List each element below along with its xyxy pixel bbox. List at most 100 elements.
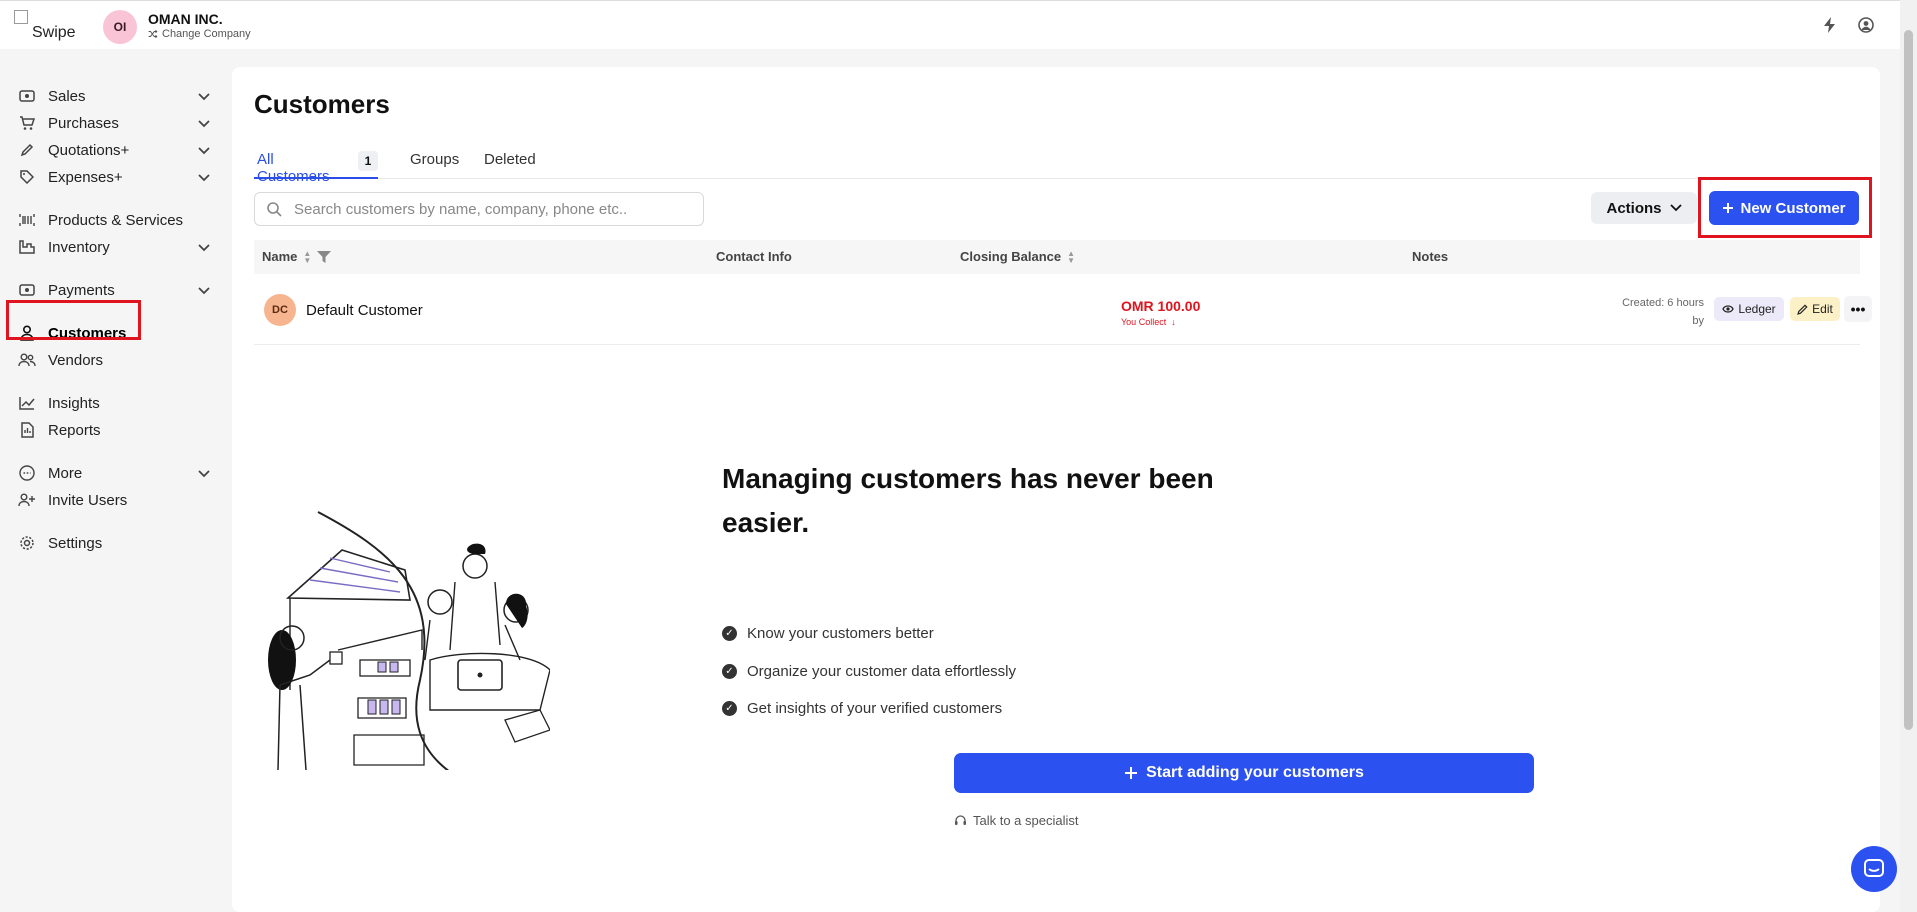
chat-support-button[interactable]	[1851, 846, 1897, 892]
chevron-down-icon	[198, 239, 210, 256]
company-avatar[interactable]: OI	[103, 10, 137, 44]
column-header-notes: Notes	[1412, 249, 1448, 264]
start-adding-customers-button[interactable]: Start adding your customers	[954, 753, 1534, 793]
sidebar-item-reports[interactable]: Reports	[10, 417, 210, 443]
chevron-down-icon	[198, 169, 210, 186]
more-options-button[interactable]: •••	[1844, 296, 1872, 322]
sidebar-item-label: Vendors	[48, 351, 104, 369]
search-box[interactable]	[254, 192, 704, 226]
warehouse-icon	[18, 238, 36, 256]
sort-icon[interactable]: ▲ ▼	[303, 249, 311, 264]
empty-state-title: Managing customers has never been easier…	[722, 463, 1214, 538]
sidebar-item-products-services[interactable]: Products & Services	[10, 207, 210, 233]
highlight-new-customer	[1698, 177, 1872, 238]
check-circle-icon: ✓	[722, 664, 737, 679]
logo-alt-text: Swipe	[32, 24, 76, 41]
column-header-name[interactable]: Name ▲ ▼	[262, 249, 332, 264]
check-circle-icon: ✓	[722, 701, 737, 716]
sidebar-item-expenses[interactable]: Expenses+	[10, 164, 210, 190]
sidebar-item-vendors[interactable]: Vendors	[10, 347, 210, 373]
report-icon	[18, 421, 36, 439]
sort-icon[interactable]: ▲ ▼	[1067, 249, 1075, 264]
lightning-icon[interactable]	[1820, 15, 1840, 35]
benefit-item: ✓ Organize your customer data effortless…	[722, 663, 1016, 680]
chart-icon	[18, 394, 36, 412]
sidebar-item-label: Quotations+	[48, 141, 130, 159]
search-input[interactable]	[294, 200, 694, 218]
sidebar-item-quotations[interactable]: Quotations+	[10, 137, 210, 163]
sidebar-item-inventory[interactable]: Inventory	[10, 234, 210, 260]
barcode-icon	[18, 211, 36, 229]
account-icon[interactable]	[1856, 15, 1876, 35]
start-adding-label: Start adding your customers	[1146, 764, 1364, 781]
column-header-balance[interactable]: Closing Balance ▲ ▼	[960, 249, 1075, 264]
sidebar-item-label: Purchases	[48, 114, 119, 132]
arrow-down-icon: ↓	[1168, 317, 1176, 327]
highlight-customers	[6, 300, 141, 340]
sidebar-item-purchases[interactable]: Purchases	[10, 110, 210, 136]
benefit-text: Know your customers better	[747, 625, 934, 642]
column-label: Notes	[1412, 249, 1449, 264]
table-row[interactable]: DC Default Customer OMR 100.00 You Colle…	[254, 274, 1872, 345]
chevron-down-icon	[198, 465, 210, 482]
table-header: Name ▲ ▼ Contact Info Closing Balance ▲ ▼ …	[254, 240, 1860, 274]
users-icon	[18, 351, 36, 369]
company-name[interactable]: OMAN INC.	[148, 11, 223, 27]
tab-label: All Customers	[257, 151, 330, 185]
talk-to-specialist-link[interactable]: Talk to a specialist	[954, 813, 1079, 828]
ellipsis-icon: •••	[1850, 301, 1866, 317]
plus-icon	[1125, 767, 1138, 779]
talk-label: Talk to a specialist	[973, 813, 1079, 828]
gear-icon	[18, 534, 36, 552]
closing-balance: OMR 100.00	[1121, 298, 1201, 314]
broken-image-icon	[14, 10, 28, 24]
benefit-item: ✓ Know your customers better	[722, 625, 934, 642]
sidebar-item-label: Insights	[48, 394, 100, 412]
page-scrollbar[interactable]	[1900, 0, 1917, 912]
scrollbar-thumb[interactable]	[1904, 30, 1913, 730]
top-bar: Swipe OI OMAN INC. Change Company	[0, 0, 1917, 49]
created-line: Created: 6 hours	[1622, 297, 1704, 309]
sidebar-item-more[interactable]: More	[10, 460, 210, 486]
created-note: Created: 6 hours by	[1554, 294, 1704, 330]
sidebar-item-sales[interactable]: Sales	[10, 83, 210, 109]
sidebar-item-label: Reports	[48, 421, 101, 439]
edit-button[interactable]: Edit	[1790, 297, 1840, 321]
ledger-button[interactable]: Ledger	[1714, 297, 1784, 321]
column-label: Contact Info	[716, 249, 792, 264]
more-circle-icon	[18, 464, 36, 482]
tab-deleted[interactable]: Deleted	[484, 149, 536, 179]
tab-label: Groups	[410, 151, 460, 168]
filter-icon[interactable]	[317, 250, 332, 263]
edit-label: Edit	[1812, 302, 1833, 316]
avatar: DC	[264, 294, 296, 326]
cash-icon	[18, 87, 36, 105]
created-by-line: by	[1692, 315, 1704, 327]
chat-icon	[1864, 859, 1884, 877]
sidebar-item-label: Expenses+	[48, 168, 123, 186]
pen-icon	[18, 141, 36, 159]
eye-icon	[1722, 305, 1735, 313]
tab-count-badge: 1	[358, 151, 378, 171]
column-label: Closing Balance	[960, 249, 1062, 264]
actions-button[interactable]: Actions	[1591, 192, 1697, 224]
change-company-link[interactable]: Change Company	[148, 28, 251, 40]
tab-groups[interactable]: Groups	[410, 149, 459, 179]
customer-name[interactable]: Default Customer	[306, 302, 423, 319]
cart-icon	[18, 114, 36, 132]
tab-all-customers[interactable]: All Customers 1	[254, 149, 378, 185]
tab-label: Deleted	[484, 151, 536, 168]
sidebar-item-settings[interactable]: Settings	[10, 530, 210, 556]
sidebar-item-label: Settings	[48, 534, 103, 552]
swipe-logo[interactable]: Swipe	[14, 10, 76, 44]
column-header-contact: Contact Info	[716, 249, 792, 264]
sidebar-item-label: Payments	[48, 281, 115, 299]
chevron-down-icon	[198, 88, 210, 105]
sidebar-item-insights[interactable]: Insights	[10, 390, 210, 416]
tag-icon	[18, 168, 36, 186]
column-label: Name	[262, 249, 298, 264]
customers-illustration	[268, 511, 550, 770]
benefit-text: Organize your customer data effortlessly	[747, 663, 1017, 680]
sidebar-item-label: Products & Services	[48, 211, 184, 229]
sidebar-item-invite-users[interactable]: Invite Users	[10, 487, 210, 513]
